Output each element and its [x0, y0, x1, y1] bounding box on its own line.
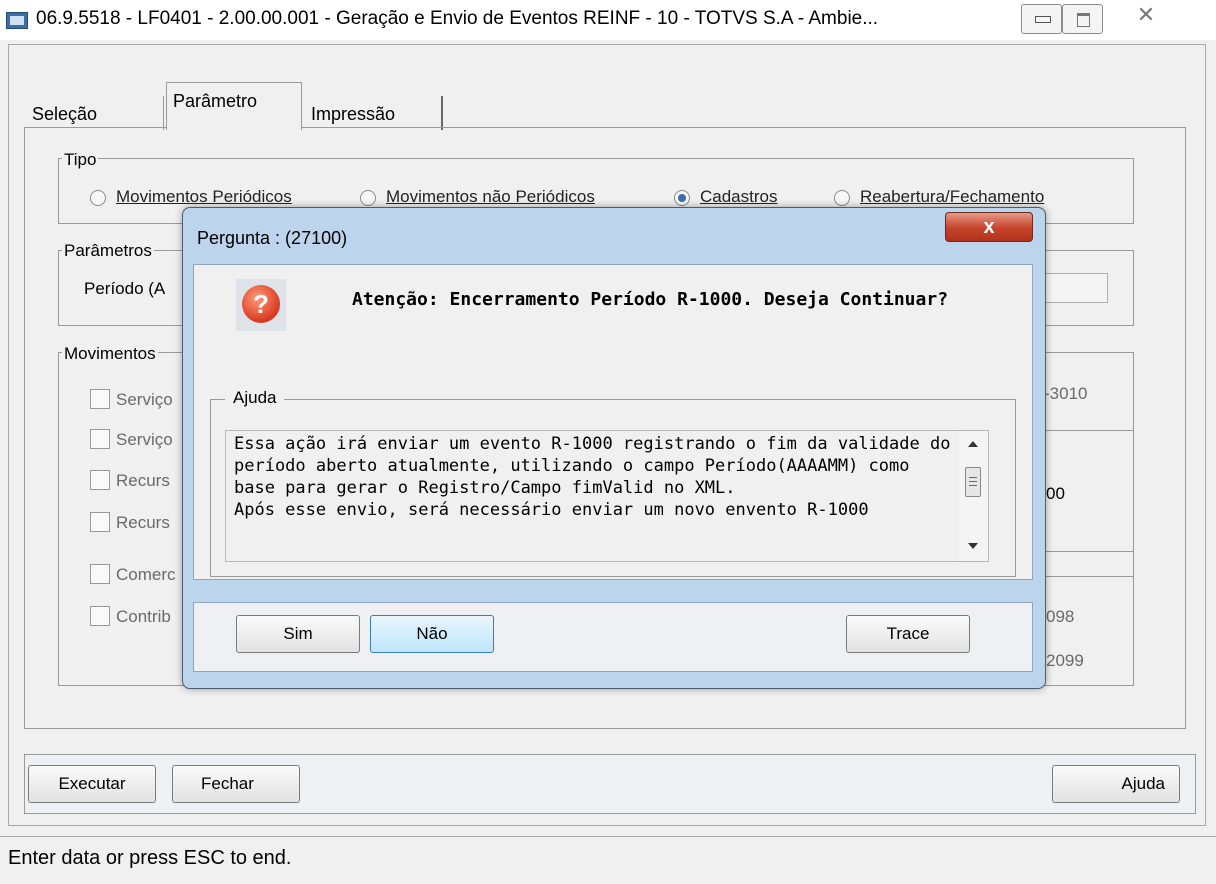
checkbox-label-servico-2[interactable]: Serviço — [116, 430, 173, 450]
maximize-button[interactable] — [1062, 4, 1103, 34]
dialog-message: Atenção: Encerramento Período R-1000. De… — [352, 289, 949, 310]
help-textarea[interactable]: Essa ação irá enviar um evento R-1000 re… — [225, 430, 973, 562]
help-scrollbar[interactable] — [959, 430, 989, 562]
trace-button[interactable]: Trace — [846, 615, 970, 653]
status-text: Enter data or press ESC to end. — [8, 847, 292, 869]
question-icon: ? — [242, 285, 280, 323]
dialog-title: Pergunta : (27100) — [197, 228, 348, 248]
window-title: 06.9.5518 - LF0401 - 2.00.00.001 - Geraç… — [36, 8, 879, 29]
radio-movimentos-periodicos[interactable] — [90, 190, 106, 206]
scroll-grip-icon — [969, 477, 977, 478]
radio-reabertura-fechamento[interactable] — [834, 190, 850, 206]
scroll-up-arrow-icon[interactable] — [968, 441, 978, 447]
movimentos-text-3010: -3010 — [1044, 384, 1088, 403]
dialog-body: ? Atenção: Encerramento Período R-1000. … — [193, 264, 1033, 580]
help-group: Ajuda Essa ação irá enviar um evento R-1… — [210, 388, 1016, 577]
minimize-button[interactable] — [1021, 4, 1062, 34]
app-icon — [6, 12, 28, 29]
checkbox-label-servico-1[interactable]: Serviço — [116, 390, 173, 410]
title-bar: 06.9.5518 - LF0401 - 2.00.00.001 - Geraç… — [0, 0, 1216, 40]
radio-label-reabertura-fechamento[interactable]: Reabertura/Fechamento — [860, 187, 1044, 207]
parametros-group-label: Parâmetros — [62, 241, 154, 261]
movimentos-text-00: 00 — [1046, 484, 1065, 503]
dialog-button-bar: Sim Não Trace — [193, 602, 1033, 672]
tab-selecao[interactable]: Seleção — [26, 96, 164, 130]
movimentos-text-2098: 098 — [1046, 607, 1075, 626]
checkbox-contribuicao[interactable] — [90, 606, 110, 626]
radio-label-movimentos-nao-periodicos[interactable]: Movimentos não Periódicos — [386, 187, 595, 207]
tab-impressao[interactable]: Impressão — [305, 96, 443, 130]
checkbox-recurso-1[interactable] — [90, 470, 110, 490]
radio-movimentos-nao-periodicos[interactable] — [360, 190, 376, 206]
nao-button[interactable]: Não — [370, 615, 494, 653]
movimentos-group-label: Movimentos — [62, 344, 158, 364]
ajuda-button[interactable]: Ajuda — [1052, 765, 1180, 803]
tab-parametro[interactable]: Parâmetro — [166, 82, 302, 130]
checkbox-servico-2[interactable] — [90, 429, 110, 449]
checkbox-label-contribuicao[interactable]: Contrib — [116, 607, 171, 627]
movimentos-text-2099: 2099 — [1046, 651, 1084, 670]
question-dialog: Pergunta : (27100) x ? Atenção: Encerram… — [182, 207, 1046, 689]
help-text: Essa ação irá enviar um evento R-1000 re… — [234, 434, 951, 520]
help-group-label: Ajuda — [225, 388, 285, 408]
scroll-down-arrow-icon[interactable] — [968, 543, 978, 549]
checkbox-recurso-2[interactable] — [90, 512, 110, 532]
radio-label-movimentos-periodicos[interactable]: Movimentos Periódicos — [116, 187, 292, 207]
tipo-group-label: Tipo — [62, 150, 99, 170]
fechar-button[interactable]: Fechar — [172, 765, 300, 803]
checkbox-label-recurso-1[interactable]: Recurs — [116, 471, 170, 491]
periodo-input[interactable] — [1036, 273, 1108, 303]
checkbox-label-comercializacao[interactable]: Comerc — [116, 565, 176, 585]
radio-cadastros[interactable] — [674, 190, 690, 206]
checkbox-comercializacao[interactable] — [90, 564, 110, 584]
radio-label-cadastros[interactable]: Cadastros — [700, 187, 777, 207]
dialog-close-button[interactable]: x — [945, 212, 1033, 242]
status-bar: Enter data or press ESC to end. — [0, 836, 1216, 884]
checkbox-servico-1[interactable] — [90, 389, 110, 409]
executar-button[interactable]: Executar — [28, 765, 156, 803]
scroll-thumb[interactable] — [965, 467, 981, 497]
window-close-button[interactable]: ✕ — [1103, 0, 1189, 30]
sim-button[interactable]: Sim — [236, 615, 360, 653]
checkbox-label-recurso-2[interactable]: Recurs — [116, 513, 170, 533]
periodo-label: Período (A — [84, 279, 166, 298]
